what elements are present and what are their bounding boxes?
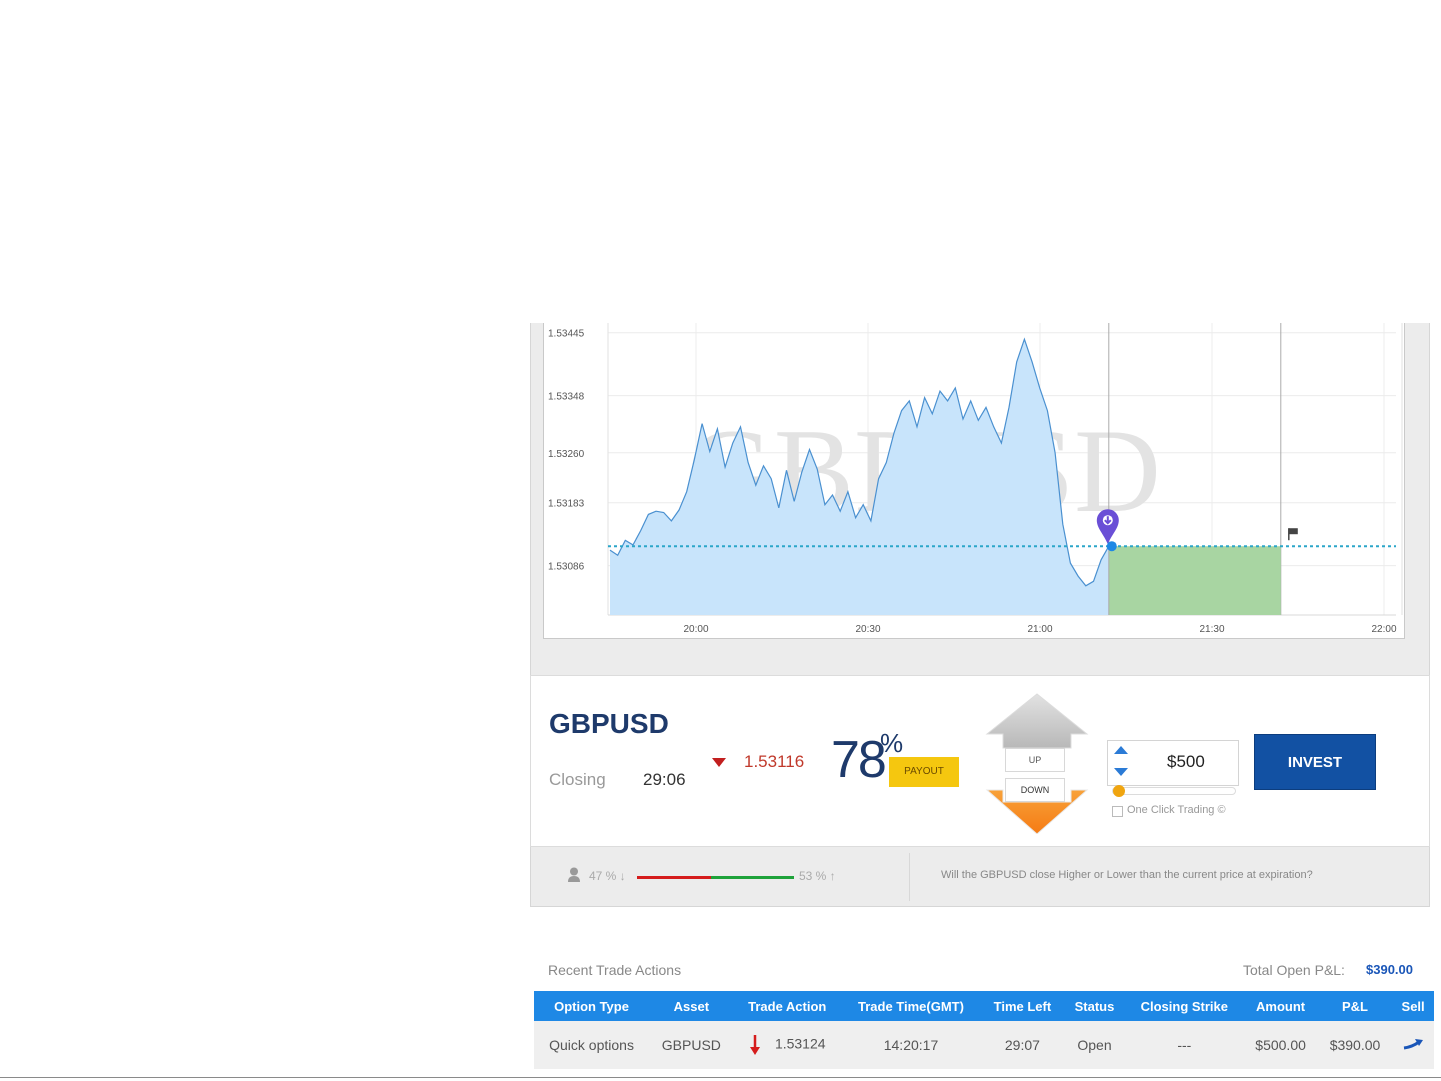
up-button[interactable]: UP [1005,748,1065,772]
payout-badge: PAYOUT [889,757,959,787]
recent-trades-title: Recent Trade Actions [548,962,682,978]
cell-status: Open [1063,1021,1126,1069]
y-tick-label: 1.53086 [548,562,585,573]
up-arrow-icon[interactable] [985,693,1089,749]
col-time-left[interactable]: Time Left [981,991,1064,1021]
amount-slider-handle[interactable] [1113,785,1125,797]
cell-sell[interactable] [1392,1021,1434,1069]
invest-button[interactable]: INVEST [1254,734,1376,790]
col-status[interactable]: Status [1063,991,1126,1021]
asset-name: GBPUSD [549,708,669,739]
x-tick-label: 21:30 [1199,624,1224,635]
sentiment-bar: 47 % ↓ 53 % ↑ Will the GBPUSD close High… [530,847,1430,907]
trade-panel: GBPUSD Closing 29:06 1.53116 78 % PAYOUT [530,675,1430,847]
one-click-checkbox[interactable] [1112,806,1123,817]
col-closing-strike[interactable]: Closing Strike [1125,991,1244,1021]
x-tick-label: 22:00 [1371,624,1396,635]
amount-slider[interactable] [1112,787,1236,795]
cell-option-type: Quick options [534,1021,650,1069]
y-tick-label: 1.53183 [548,499,585,510]
y-tick-label: 1.53260 [548,449,585,460]
x-tick-label: 20:00 [683,624,708,635]
total-pnl-label: Total Open P&L: [1243,962,1345,978]
total-pnl-value: $390.00 [1366,962,1413,977]
sentiment-up-bar [710,876,794,879]
col-sell[interactable]: Sell [1392,991,1434,1021]
divider [909,853,910,901]
amount-decrease-icon[interactable] [1114,768,1128,776]
profit-zone [1108,546,1281,615]
col-pnl[interactable]: P&L [1317,991,1393,1021]
table-header-row: Option Type Asset Trade Action Trade Tim… [534,991,1434,1021]
y-tick-label: 1.53348 [548,392,585,403]
table-row: Quick options GBPUSD 1.53124 14:20:17 29… [534,1021,1434,1069]
down-arrow-icon [749,1035,760,1055]
entry-point [1106,541,1117,552]
cell-amount: $500.00 [1243,1021,1318,1069]
closing-label: Closing [549,770,606,789]
cell-time-left: 29:07 [981,1021,1064,1069]
current-price: 1.53116 [744,752,805,771]
direction-selector: UP DOWN [979,690,1095,834]
x-tick-label: 21:00 [1027,624,1052,635]
sentiment-down-pct: 47 % ↓ [589,869,626,883]
amount-increase-icon[interactable] [1114,746,1128,754]
expiry-flag-icon [1288,528,1298,541]
down-button[interactable]: DOWN [1005,778,1065,802]
user-icon [568,867,580,882]
col-trade-time[interactable]: Trade Time(GMT) [840,991,982,1021]
amount-value[interactable]: $500 [1167,752,1205,772]
cell-closing-strike: --- [1125,1021,1244,1069]
chart-panel: GBPUSD 1.534451.533481.532601.531831.530… [530,323,1430,675]
expiry-question: Will the GBPUSD close Higher or Lower th… [941,869,1313,881]
col-option-type[interactable]: Option Type [534,991,650,1021]
entry-marker-icon [1096,509,1119,552]
cell-trade-time: 14:20:17 [840,1021,982,1069]
y-tick-label: 1.53445 [548,329,585,340]
cell-pnl: $390.00 [1317,1021,1393,1069]
price-chart[interactable]: GBPUSD 1.534451.533481.532601.531831.530… [543,323,1405,639]
col-amount[interactable]: Amount [1243,991,1318,1021]
recent-trades-table: Option Type Asset Trade Action Trade Tim… [534,991,1434,1069]
sentiment-up-pct: 53 % ↑ [799,869,836,883]
sell-icon[interactable] [1402,1038,1424,1050]
col-asset[interactable]: Asset [649,991,734,1021]
bottom-border [0,1077,1441,1078]
x-tick-label: 20:30 [855,624,880,635]
trade-action-value: 1.53124 [774,1035,826,1052]
price-down-icon [712,758,726,767]
chart-svg: GBPUSD 1.534451.533481.532601.531831.530… [548,323,1403,635]
cell-asset: GBPUSD [649,1021,734,1069]
payout-value: 78 [831,731,887,789]
closing-timer: 29:06 [643,770,686,789]
col-trade-action[interactable]: Trade Action [733,991,841,1021]
one-click-label[interactable]: One Click Trading © [1127,804,1226,816]
cell-trade-action: 1.53124 [733,1021,841,1069]
sentiment-down-bar [637,876,711,879]
payout-percent: % [880,728,904,758]
